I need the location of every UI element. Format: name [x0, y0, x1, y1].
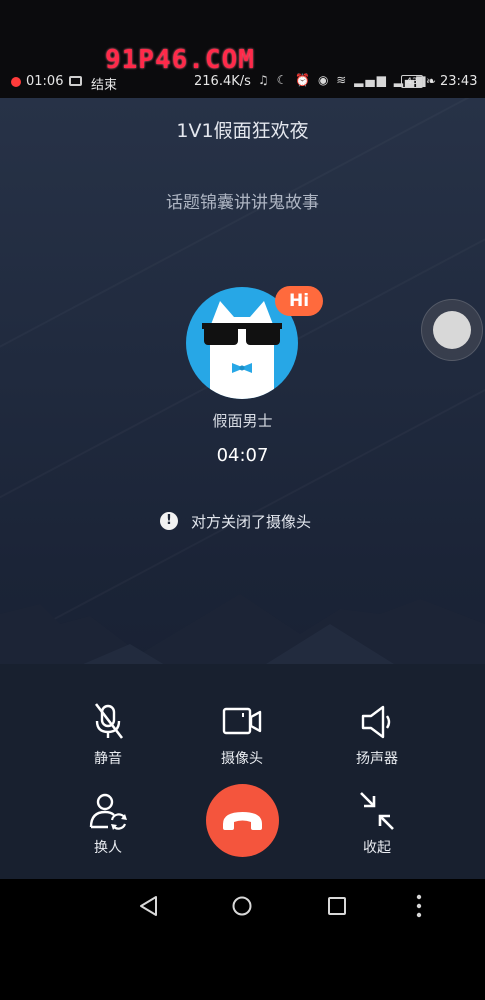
screen-record-icon	[69, 76, 82, 86]
mountain-silhouette	[0, 594, 485, 674]
signal-icon: ▂▄▆	[354, 73, 388, 87]
wifi-icon: ≋	[336, 73, 349, 87]
notice-text: 对方关闭了摄像头	[191, 513, 312, 531]
mute-button[interactable]: 静音	[63, 702, 153, 768]
moon-icon: ☾	[276, 73, 290, 87]
alert-icon: !	[160, 512, 178, 530]
clock: 23:43	[440, 74, 478, 89]
status-bar: 91P46.COM 01:06 结束 216.4K/s ♫ ☾ ⏰ ◉ ≋ ▂▄…	[0, 0, 485, 98]
battery-icon: 43	[401, 75, 423, 88]
phone-screen: 91P46.COM 01:06 结束 216.4K/s ♫ ☾ ⏰ ◉ ≋ ▂▄…	[0, 0, 485, 1000]
switch-user-icon	[86, 791, 130, 831]
camera-label: 摄像头	[221, 751, 263, 767]
collapse-arrows-icon	[355, 791, 399, 831]
mic-off-icon	[86, 702, 130, 742]
switch-user-label: 换人	[94, 840, 122, 856]
hangup-button[interactable]	[206, 784, 279, 857]
collapse-label: 收起	[363, 840, 391, 856]
end-recording-label[interactable]: 结束	[91, 74, 117, 93]
mute-label: 静音	[94, 751, 122, 767]
floating-assist-button[interactable]	[421, 299, 483, 361]
partner-name: 假面男士	[212, 412, 273, 430]
alarm-icon: ⏰	[295, 73, 313, 87]
floating-ball-icon	[433, 311, 471, 349]
speaker-label: 扬声器	[356, 751, 398, 767]
headset-icon: ♫	[258, 73, 271, 87]
watermark-text: 91P46.COM	[105, 45, 255, 75]
call-duration: 04:07	[216, 445, 269, 466]
back-triangle-icon[interactable]	[138, 895, 160, 917]
phone-hangup-icon	[223, 812, 262, 830]
navigation-bar	[0, 879, 485, 1000]
home-circle-icon[interactable]	[231, 895, 253, 917]
video-camera-icon	[220, 702, 264, 742]
speaker-button[interactable]: 扬声器	[332, 702, 422, 768]
collapse-button[interactable]: 收起	[332, 791, 422, 857]
hi-badge: Hi	[275, 286, 323, 316]
switch-user-button[interactable]: 换人	[63, 791, 153, 857]
network-speed: 216.4K/s	[194, 74, 251, 89]
camera-button[interactable]: 摄像头	[197, 702, 287, 768]
more-vertical-icon[interactable]	[410, 893, 428, 919]
speaker-icon	[355, 702, 399, 742]
status-row: 01:06 结束 216.4K/s ♫ ☾ ⏰ ◉ ≋ ▂▄▆ ▂▄▆ 43 ❧…	[0, 72, 485, 94]
topic-hint: 话题锦囊讲讲鬼故事	[166, 193, 319, 213]
recording-time: 01:06	[26, 74, 64, 89]
leaf-icon: ❧	[426, 74, 437, 88]
eye-icon: ◉	[317, 73, 331, 87]
recording-icon	[11, 77, 21, 87]
room-title: 1V1假面狂欢夜	[176, 120, 309, 142]
recent-square-icon[interactable]	[326, 895, 348, 917]
